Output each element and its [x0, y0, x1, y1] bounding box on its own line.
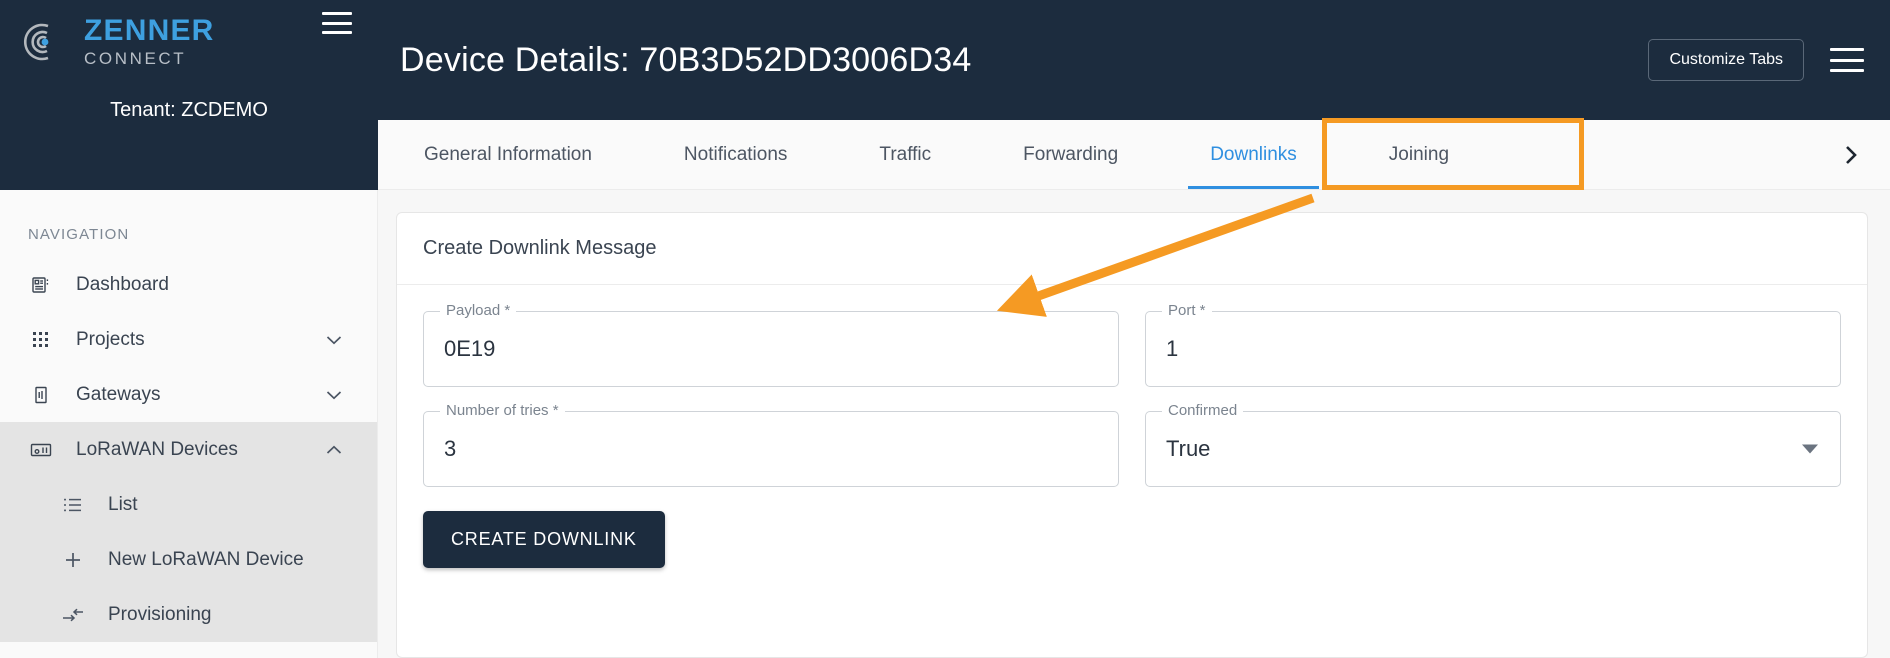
sidebar-item-label: Gateways: [76, 383, 161, 405]
zenner-radio-waves-logo-icon: [22, 18, 70, 66]
form-row-1: Payload * 0E19 Port * 1: [423, 302, 1841, 387]
tab-bar: General Information Notifications Traffi…: [378, 120, 1890, 190]
dashboard-icon: [28, 275, 54, 295]
plus-icon: [60, 550, 86, 570]
topbar: Device Details: 70B3D52DD3006D34 Customi…: [378, 0, 1890, 120]
confirmed-select-label: Confirmed: [1162, 402, 1244, 419]
number-of-tries-field[interactable]: Number of tries * 3: [423, 402, 1119, 487]
device-chip-icon: [28, 441, 54, 459]
content-area: Create Downlink Message Payload * 0E19 P…: [378, 190, 1890, 658]
chevron-down-icon: [326, 329, 342, 351]
provisioning-arrow-icon: [60, 607, 86, 623]
sidebar-subitem-new-lorawan-device[interactable]: New LoRaWAN Device: [0, 532, 378, 587]
topbar-hamburger-icon[interactable]: [1830, 48, 1864, 72]
navigation-section-label: NAVIGATION: [28, 226, 130, 243]
main-region: Device Details: 70B3D52DD3006D34 Customi…: [378, 0, 1890, 658]
create-downlink-button[interactable]: CREATE DOWNLINK: [423, 511, 665, 568]
sidebar: ZENNER CONNECT Tenant: ZCDEMO NAVIGATION: [0, 0, 378, 658]
tab-general-information[interactable]: General Information: [378, 120, 638, 189]
brand-name: ZENNER: [84, 14, 215, 47]
sidebar-subitem-label: Provisioning: [108, 603, 212, 625]
card-title: Create Downlink Message: [397, 213, 1867, 285]
sidebar-subitem-list[interactable]: List: [0, 477, 378, 532]
gateway-icon: [28, 385, 54, 405]
sidebar-subitem-label: New LoRaWAN Device: [108, 548, 304, 570]
tenant-label: Tenant: ZCDEMO: [110, 99, 268, 121]
chevron-down-icon: [326, 384, 342, 406]
port-field-value: 1: [1166, 336, 1179, 361]
app-root: ZENNER CONNECT Tenant: ZCDEMO NAVIGATION: [0, 0, 1890, 658]
payload-field-label: Payload *: [440, 302, 517, 319]
tab-forwarding[interactable]: Forwarding: [977, 120, 1164, 189]
form-row-2: Number of tries * 3 Confirmed True: [423, 402, 1841, 487]
sidebar-item-dashboard[interactable]: Dashboard: [0, 257, 378, 312]
payload-field-value: 0E19: [444, 336, 496, 361]
port-field[interactable]: Port * 1: [1145, 302, 1841, 387]
chevron-down-icon[interactable]: [1802, 444, 1818, 454]
sidebar-subitem-label: List: [108, 493, 138, 515]
number-of-tries-field-value: 3: [444, 436, 457, 461]
brand-subtitle: CONNECT: [84, 49, 187, 68]
sidebar-header: ZENNER CONNECT Tenant: ZCDEMO: [0, 0, 378, 190]
customize-tabs-button[interactable]: Customize Tabs: [1648, 39, 1804, 81]
sidebar-item-gateways[interactable]: Gateways: [0, 367, 378, 422]
chevron-up-icon: [326, 439, 342, 461]
sidebar-filler: [0, 642, 378, 658]
tab-notifications[interactable]: Notifications: [638, 120, 834, 189]
payload-field[interactable]: Payload * 0E19: [423, 302, 1119, 387]
page-title: Device Details: 70B3D52DD3006D34: [400, 40, 972, 79]
chevron-right-icon[interactable]: [1834, 120, 1890, 189]
list-icon: [60, 497, 86, 513]
tab-traffic[interactable]: Traffic: [833, 120, 977, 189]
port-field-label: Port *: [1162, 302, 1212, 319]
confirmed-select-value: True: [1166, 436, 1211, 461]
sidebar-item-label: LoRaWAN Devices: [76, 438, 238, 460]
sidebar-item-lorawan-devices[interactable]: LoRaWAN Devices: [0, 422, 378, 477]
sidebar-item-projects[interactable]: Projects: [0, 312, 378, 367]
sidebar-item-label: Projects: [76, 328, 145, 350]
sidebar-hamburger-icon[interactable]: [322, 12, 352, 34]
sidebar-item-label: Dashboard: [76, 273, 169, 295]
grid-apps-icon: [28, 331, 54, 349]
tab-joining[interactable]: Joining: [1343, 120, 1495, 189]
create-downlink-card: Create Downlink Message Payload * 0E19 P…: [396, 212, 1868, 658]
number-of-tries-field-label: Number of tries *: [440, 402, 565, 419]
tab-downlinks[interactable]: Downlinks: [1164, 120, 1343, 189]
confirmed-select[interactable]: Confirmed True: [1145, 402, 1841, 487]
sidebar-subitem-provisioning[interactable]: Provisioning: [0, 587, 378, 642]
card-body: Payload * 0E19 Port * 1 Number of tries …: [397, 285, 1867, 568]
